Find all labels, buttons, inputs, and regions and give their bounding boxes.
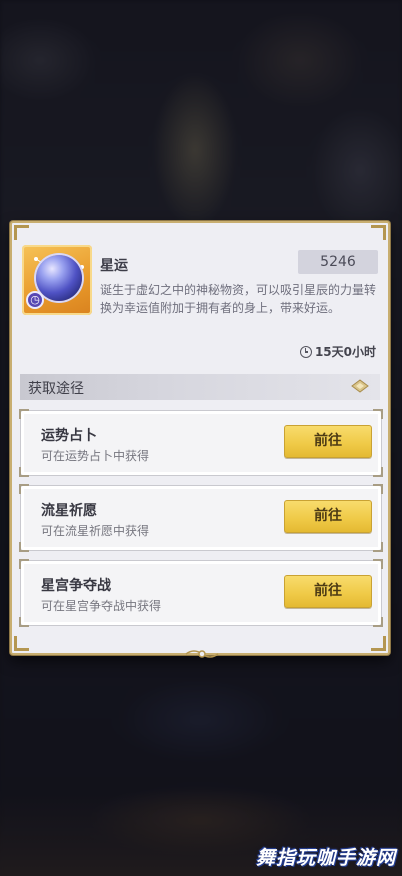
corner-ornament — [19, 484, 29, 494]
section-header: 获取途径 — [20, 374, 380, 400]
corner-ornament — [19, 559, 29, 569]
corner-ornament — [373, 467, 383, 477]
star-orb-icon: ◷ — [22, 245, 92, 315]
corner-ornament — [14, 225, 29, 240]
route-title: 运势占卜 — [41, 428, 97, 444]
go-button-star-palace-battle[interactable]: 前往 — [284, 575, 372, 608]
corner-ornament — [373, 484, 383, 494]
corner-ornament — [373, 617, 383, 627]
clock-icon — [299, 345, 312, 358]
diamond-deco-icon — [351, 379, 369, 393]
route-item-star-palace-battle: 星宫争夺战 可在星宫争夺战中获得 前往 — [19, 559, 383, 627]
corner-ornament — [371, 636, 386, 651]
corner-ornament — [371, 225, 386, 240]
corner-ornament — [19, 409, 29, 419]
corner-ornament — [373, 542, 383, 552]
section-title: 获取途径 — [28, 381, 84, 397]
item-detail-popup: ◷ 星运 5246 诞生于虚幻之中的神秘物资，可以吸引星辰的力量转换为幸运值附加… — [10, 221, 390, 658]
corner-ornament — [373, 409, 383, 419]
route-description: 可在流星祈愿中获得 — [41, 524, 150, 538]
item-name: 星运 — [100, 258, 128, 274]
clock-icon: ◷ — [26, 291, 44, 309]
corner-ornament — [19, 617, 29, 627]
route-description: 可在星宫争夺战中获得 — [41, 599, 162, 613]
route-title: 流星祈愿 — [41, 503, 97, 519]
timer-text: 15天0小时 — [314, 345, 376, 359]
corner-ornament — [373, 559, 383, 569]
route-item-meteor-wish: 流星祈愿 可在流星祈愿中获得 前往 — [19, 484, 383, 552]
route-item-fortune: 运势占卜 可在运势占卜中获得 前往 — [19, 409, 383, 477]
item-description: 诞生于虚幻之中的神秘物资，可以吸引星辰的力量转换为幸运值附加于拥有者的身上，带来… — [100, 283, 377, 315]
route-description: 可在运势占卜中获得 — [41, 449, 150, 463]
expiry-timer: 15天0小时 — [299, 343, 376, 360]
go-button-meteor-wish[interactable]: 前往 — [284, 500, 372, 533]
go-button-fortune[interactable]: 前往 — [284, 425, 372, 458]
orb-sphere — [36, 255, 82, 301]
bottom-ornament-icon — [185, 650, 219, 658]
corner-ornament — [19, 542, 29, 552]
route-title: 星宫争夺战 — [41, 578, 111, 594]
corner-ornament — [19, 467, 29, 477]
watermark-text: 舞指玩咖手游网 — [255, 847, 396, 869]
item-count: 5246 — [298, 250, 378, 274]
corner-ornament — [14, 636, 29, 651]
